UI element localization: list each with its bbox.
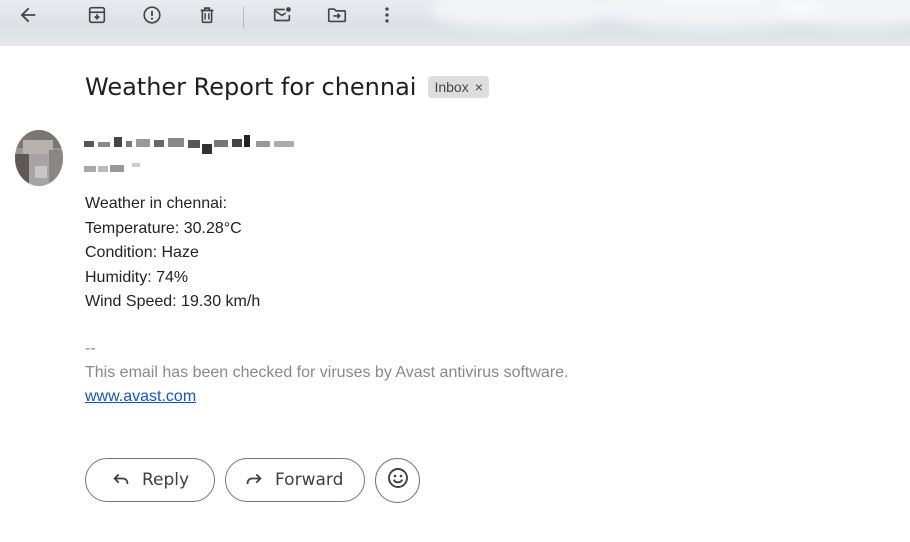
more-options-icon: [376, 4, 398, 31]
emoji-reaction-button[interactable]: [375, 458, 420, 503]
back-button[interactable]: [8, 3, 48, 31]
reply-icon: [110, 467, 132, 494]
body-line-location: Weather in chennai:: [85, 195, 228, 212]
move-to-icon: [326, 4, 348, 31]
forward-icon: [243, 467, 265, 494]
toolbar-divider: [243, 6, 244, 28]
remove-label-icon[interactable]: ×: [475, 79, 483, 95]
avast-link[interactable]: www.avast.com: [85, 388, 196, 406]
mark-unread-button[interactable]: [262, 3, 302, 31]
email-subject-row: Weather Report for chennai Inbox ×: [85, 73, 489, 101]
sender-avatar[interactable]: [15, 130, 63, 186]
smiley-icon: [386, 466, 410, 495]
delete-icon: [196, 4, 218, 31]
report-spam-icon: [141, 4, 163, 31]
mark-unread-icon: [271, 4, 293, 31]
signature-separator: --: [85, 340, 96, 357]
body-line-wind-speed: Wind Speed: 19.30 km/h: [85, 293, 261, 310]
sender-name-obscured: [84, 134, 296, 154]
email-toolbar: [0, 0, 910, 46]
more-options-button[interactable]: [367, 3, 407, 31]
move-to-button[interactable]: [317, 3, 357, 31]
body-line-condition: Condition: Haze: [85, 244, 199, 261]
archive-icon: [86, 4, 108, 31]
body-line-temperature: Temperature: 30.28°C: [85, 219, 242, 237]
body-line-humidity: Humidity: 74%: [85, 268, 189, 286]
forward-label: Forward: [275, 470, 344, 490]
email-view: Weather Report for chennai Inbox × Weath…: [0, 0, 910, 542]
inbox-label-chip[interactable]: Inbox ×: [428, 76, 489, 98]
email-subject: Weather Report for chennai: [85, 73, 417, 101]
reply-button[interactable]: Reply: [85, 458, 215, 502]
report-spam-button[interactable]: [132, 3, 172, 31]
email-body: Weather in chennai: Temperature: 30.28°C…: [85, 192, 260, 315]
label-chip-text: Inbox: [434, 79, 469, 95]
archive-button[interactable]: [77, 3, 117, 31]
reply-label: Reply: [142, 470, 190, 490]
delete-button[interactable]: [187, 3, 227, 31]
sender-details-obscured[interactable]: [84, 160, 144, 174]
back-arrow-icon: [17, 4, 39, 31]
forward-button[interactable]: Forward: [225, 458, 365, 502]
signature-text: This email has been checked for viruses …: [85, 364, 569, 381]
